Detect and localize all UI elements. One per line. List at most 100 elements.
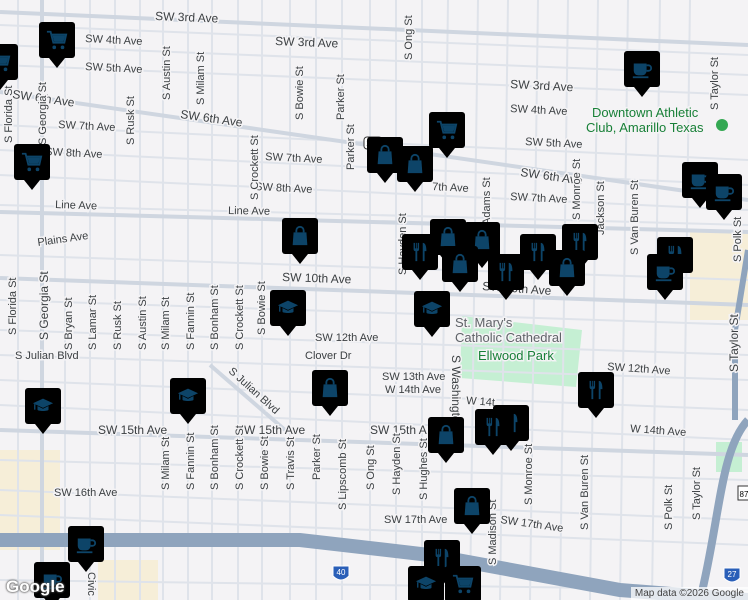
label-s-rusk-st: S Rusk St (125, 96, 137, 145)
label-adams-st: Adams St (481, 177, 493, 225)
label-s-ong-st-2: S Ong St (365, 445, 377, 490)
label-7th-ave: 7th Ave (432, 181, 469, 195)
i40-shield-label: 40 (337, 568, 346, 577)
label-sw-8th-ave: SW 8th Ave (45, 146, 103, 161)
label-s-van-buren-st: S Van Buren St (629, 180, 641, 255)
marker-cart[interactable] (445, 566, 481, 600)
marker-shopping[interactable] (454, 488, 490, 534)
label-st-marys-1[interactable]: St. Mary's (454, 314, 515, 332)
athletic-club-pin-icon[interactable] (716, 119, 728, 131)
label-sw-13th-ave: SW 13th Ave (382, 371, 445, 383)
label-sw-3rd-ave-east: SW 3rd Ave (510, 77, 574, 94)
label-s-milam-st-3: S Milam St (160, 437, 172, 490)
marker-shopping[interactable] (549, 250, 585, 296)
label-parker-st-3: Parker St (311, 434, 323, 480)
google-logo[interactable]: Google (6, 577, 65, 597)
label-clover-dr: Clover Dr (305, 350, 352, 362)
label-s-georgia-st-north: S Georgia St (37, 82, 49, 145)
label-sw-10th-ave: SW 10th Ave (282, 270, 352, 286)
label-s-crockett-st-3: S Crockett St (234, 425, 246, 490)
label-line-ave: Line Ave (228, 205, 270, 218)
label-sw-5th-ave-east: SW 5th Ave (525, 136, 583, 151)
label-s-travis-st: S Travis St (285, 437, 297, 490)
marker-school[interactable] (414, 291, 450, 337)
label-athletic-club-1[interactable]: Downtown Athletic (591, 104, 701, 122)
marker-shopping[interactable] (428, 417, 464, 463)
marker-cafe[interactable] (647, 254, 683, 300)
label-sw-4th-ave-east: SW 4th Ave (510, 103, 568, 118)
label-civic: Civic (85, 572, 97, 596)
minor-streets (0, 0, 748, 600)
label-sw-8th-ave-mid: SW 8th Ave (255, 181, 313, 196)
label-parker-st: Parker St (335, 74, 347, 120)
label-ellwood-park[interactable]: Ellwood Park (477, 347, 556, 365)
label-s-julian-blvd: S Julian Blvd (15, 350, 79, 362)
label-s-georgia-st: S Georgia St (37, 271, 51, 340)
label-s-milam-st-2: S Milam St (160, 297, 172, 350)
label-s-bowie-st: S Bowie St (294, 66, 306, 120)
marker-cart[interactable] (429, 112, 465, 158)
marker-cart[interactable] (14, 144, 50, 190)
label-sw-16th-ave: SW 16th Ave (54, 487, 117, 499)
label-s-milam-st: S Milam St (195, 52, 207, 105)
label-w-14th-ave-mid: W 14t (466, 395, 496, 409)
label-s-rusk-st-2: S Rusk St (112, 301, 124, 350)
label-s-lipscomb-st: S Lipscomb St (337, 439, 349, 510)
label-w-14th-ave: W 14th Ave (385, 384, 441, 396)
label-sw-15th-ave: SW 15th Ave (98, 423, 167, 437)
civic-area-2 (98, 560, 158, 600)
label-sw-12th-ave: SW 12th Ave (315, 332, 378, 344)
us87-shield: 87 (737, 485, 748, 501)
label-line-ave-west: Line Ave (55, 199, 97, 212)
label-sw-15th-ave-mid: SW 15th Ave (236, 423, 305, 437)
marker-shopping[interactable] (397, 146, 433, 192)
label-s-bowie-st-2: S Bowie St (256, 281, 268, 335)
label-s-florida-st: S Florida St (3, 86, 15, 143)
label-sw-3rd-ave: SW 3rd Ave (155, 9, 219, 26)
i40-shield: 40 (332, 565, 350, 581)
i27-shield: 27 (723, 567, 741, 583)
marker-cart[interactable] (39, 22, 75, 68)
marker-school[interactable] (408, 566, 444, 600)
label-s-bonham-st: S Bonham St (209, 285, 221, 350)
label-sw-3rd-ave-2: SW 3rd Ave (275, 34, 339, 51)
label-s-monroe-st: S Monroe St (571, 159, 583, 220)
label-s-tyler-st: S Taylor St (709, 57, 721, 110)
label-s-hayden-st-2: S Hayden St (391, 433, 403, 495)
label-s-taylor-st-3: S Taylor St (691, 467, 703, 520)
marker-cart[interactable] (0, 44, 18, 90)
marker-restaurant[interactable] (578, 372, 614, 418)
label-parker-st-2: Parker St (345, 124, 357, 170)
label-s-monroe-st-2: S Monroe St (523, 444, 535, 505)
marker-school[interactable] (25, 388, 61, 434)
label-athletic-club-2[interactable]: Club, Amarillo Texas (585, 119, 706, 137)
label-s-austin-st: S Austin St (161, 46, 173, 100)
map-attribution[interactable]: Map data ©2026 Google (630, 587, 748, 600)
label-s-polk-st: S Polk St (732, 217, 744, 262)
marker-school[interactable] (270, 290, 306, 336)
label-sw-7th-ave-east: SW 7th Ave (510, 191, 568, 206)
label-s-lamar-st: S Lamar St (87, 295, 99, 350)
marker-school[interactable] (170, 378, 206, 424)
map-canvas[interactable]: SW 3rd Ave SW 3rd Ave SW 3rd Ave SW 4th … (0, 0, 748, 600)
label-plains-ave: Plains Ave (37, 230, 89, 249)
label-s-fannin-st: S Fannin St (185, 293, 197, 350)
label-sw-7th-ave: SW 7th Ave (58, 119, 116, 134)
us87-shield-label: 87 (740, 490, 748, 499)
label-s-florida-st-2: S Florida St (7, 278, 19, 335)
label-s-ong-st: S Ong St (403, 15, 415, 60)
label-s-bonham-st-2: S Bonham St (209, 425, 221, 490)
label-w-14th-ave-east: W 14th Ave (630, 423, 687, 439)
i27-shield-label: 27 (728, 570, 737, 579)
label-s-fannin-st-2: S Fannin St (185, 433, 197, 490)
label-st-marys-2[interactable]: Catholic Cathedral (454, 329, 564, 347)
label-s-van-buren-st-2: S Van Buren St (579, 455, 591, 530)
marker-shopping[interactable] (282, 218, 318, 264)
marker-shopping[interactable] (442, 246, 478, 292)
marker-cafe[interactable] (706, 174, 742, 220)
label-s-bowie-st-3: S Bowie St (259, 436, 271, 490)
label-sw-17th-ave: SW 17th Ave (384, 514, 447, 526)
label-s-austin-st-2: S Austin St (137, 296, 149, 350)
label-sw-5th-ave: SW 5th Ave (85, 61, 143, 76)
label-s-crockett-st-2: S Crockett St (234, 285, 246, 350)
